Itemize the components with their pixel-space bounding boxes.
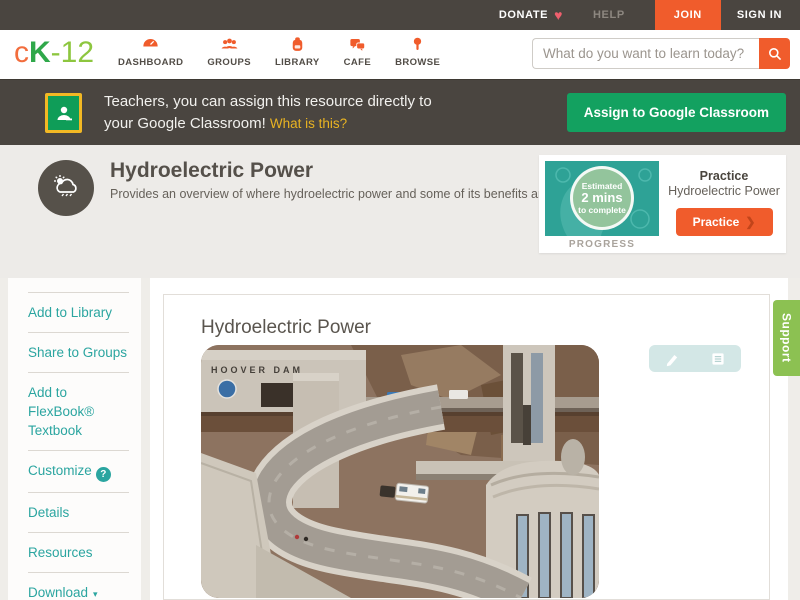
sidebar-item-details[interactable]: Details (28, 492, 129, 532)
nav-item-browse[interactable]: BROWSE (395, 35, 440, 68)
main-content: Hydroelectric Power HOOVER DAM (150, 278, 788, 600)
practice-widget: Estimated 2 mins to complete PROGRESS Pr… (539, 155, 786, 253)
highlighter-button[interactable] (657, 348, 687, 370)
search-bar (532, 38, 790, 69)
weather-subject-icon (38, 160, 94, 216)
search-button[interactable] (759, 38, 790, 69)
chevron-right-icon: ❯ (745, 215, 756, 229)
nav-label: CAFE (343, 57, 372, 68)
backpack-icon (292, 37, 303, 51)
page: DONATE ♥ HELP JOIN SIGN IN cK-12 DASHBOA… (0, 0, 800, 600)
ck12-logo[interactable]: cK-12 (14, 36, 94, 70)
estimated-time-badge: Estimated 2 mins to complete (570, 166, 634, 230)
caret-down-icon: ▾ (93, 589, 98, 599)
sidebar-item-add-to-flexbook[interactable]: Add to FlexBook® Textbook (28, 372, 129, 450)
resource-description: Provides an overview of where hydroelect… (110, 187, 589, 201)
logo-part-12: -12 (50, 36, 95, 69)
page-body: Add to Library Share to Groups Add to Fl… (0, 278, 800, 600)
sidebar: Add to Library Share to Groups Add to Fl… (8, 278, 141, 600)
nav-label: DASHBOARD (118, 57, 184, 68)
what-is-this-link[interactable]: What is this? (270, 116, 347, 131)
resource-header: Hydroelectric Power Provides an overview… (0, 145, 800, 278)
progress-label: PROGRESS (568, 239, 636, 250)
sign-in-button[interactable]: SIGN IN (737, 9, 782, 21)
help-badge-icon[interactable]: ? (95, 467, 111, 482)
top-bar: DONATE ♥ HELP JOIN SIGN IN (0, 0, 800, 30)
practice-thumbnail[interactable]: Estimated 2 mins to complete (545, 161, 659, 236)
search-icon (768, 47, 781, 60)
nav-label: GROUPS (207, 57, 251, 68)
banner-line2: your Google Classroom! What is this? (104, 114, 348, 132)
resource-title: Hydroelectric Power (110, 159, 314, 182)
gauge-icon (143, 38, 158, 47)
nav-label: LIBRARY (274, 57, 320, 68)
nav-item-groups[interactable]: GROUPS (207, 35, 251, 68)
logo-part-k: K (29, 36, 51, 69)
sidebar-item-add-to-library[interactable]: Add to Library (28, 292, 129, 332)
nav-item-library[interactable]: LIBRARY (275, 35, 320, 68)
reading-card: Hydroelectric Power HOOVER DAM (163, 294, 770, 600)
practice-panel: Practice Hydroelectric Power Practice ❯ (665, 155, 783, 253)
google-classroom-icon (45, 92, 82, 133)
search-input[interactable] (532, 38, 759, 69)
sidebar-item-share-to-groups[interactable]: Share to Groups (28, 332, 129, 372)
assign-to-classroom-button[interactable]: Assign to Google Classroom (566, 93, 786, 132)
nav-label: BROWSE (395, 57, 441, 68)
logo-part-c: c (14, 36, 29, 69)
annotation-toolbar (649, 345, 741, 372)
banner-text: Teachers, you can assign this resource d… (104, 91, 432, 135)
lightbulb-icon (414, 37, 422, 51)
people-icon (221, 38, 238, 49)
chat-bubbles-icon (350, 38, 365, 51)
nav-item-dashboard[interactable]: DASHBOARD (118, 35, 183, 68)
sidebar-item-download[interactable]: Download ▾ (28, 572, 129, 600)
donate-label: DONATE (498, 9, 549, 21)
sidebar-item-resources[interactable]: Resources (28, 532, 129, 572)
note-icon (712, 352, 724, 365)
pencil-icon (666, 354, 678, 366)
sidebar-item-customize[interactable]: Customize? (28, 450, 129, 492)
hoover-dam-photo: HOOVER DAM (201, 345, 599, 598)
practice-button[interactable]: Practice ❯ (675, 208, 773, 236)
join-button[interactable]: JOIN (654, 0, 721, 30)
dam-sign-text: HOOVER DAM (211, 365, 303, 375)
content-heading: Hydroelectric Power (201, 317, 371, 338)
heart-icon: ♥ (554, 7, 564, 23)
support-tab[interactable]: Support (773, 300, 800, 376)
classroom-banner: Teachers, you can assign this resource d… (0, 80, 800, 145)
donate-link[interactable]: DONATE ♥ (499, 7, 563, 23)
primary-nav: DASHBOARD GROUPS LIBRARY CAFE BROWSE (118, 35, 464, 68)
practice-title: Practice Hydroelectric Power (668, 169, 780, 198)
notes-button[interactable] (703, 348, 733, 370)
nav-bar: cK-12 DASHBOARD GROUPS LIBRARY CAFE BROW… (0, 30, 800, 80)
help-link[interactable]: HELP (593, 9, 625, 21)
support-label: Support (779, 313, 794, 363)
banner-line1: Teachers, you can assign this resource d… (104, 92, 432, 110)
nav-item-cafe[interactable]: CAFE (344, 35, 371, 68)
